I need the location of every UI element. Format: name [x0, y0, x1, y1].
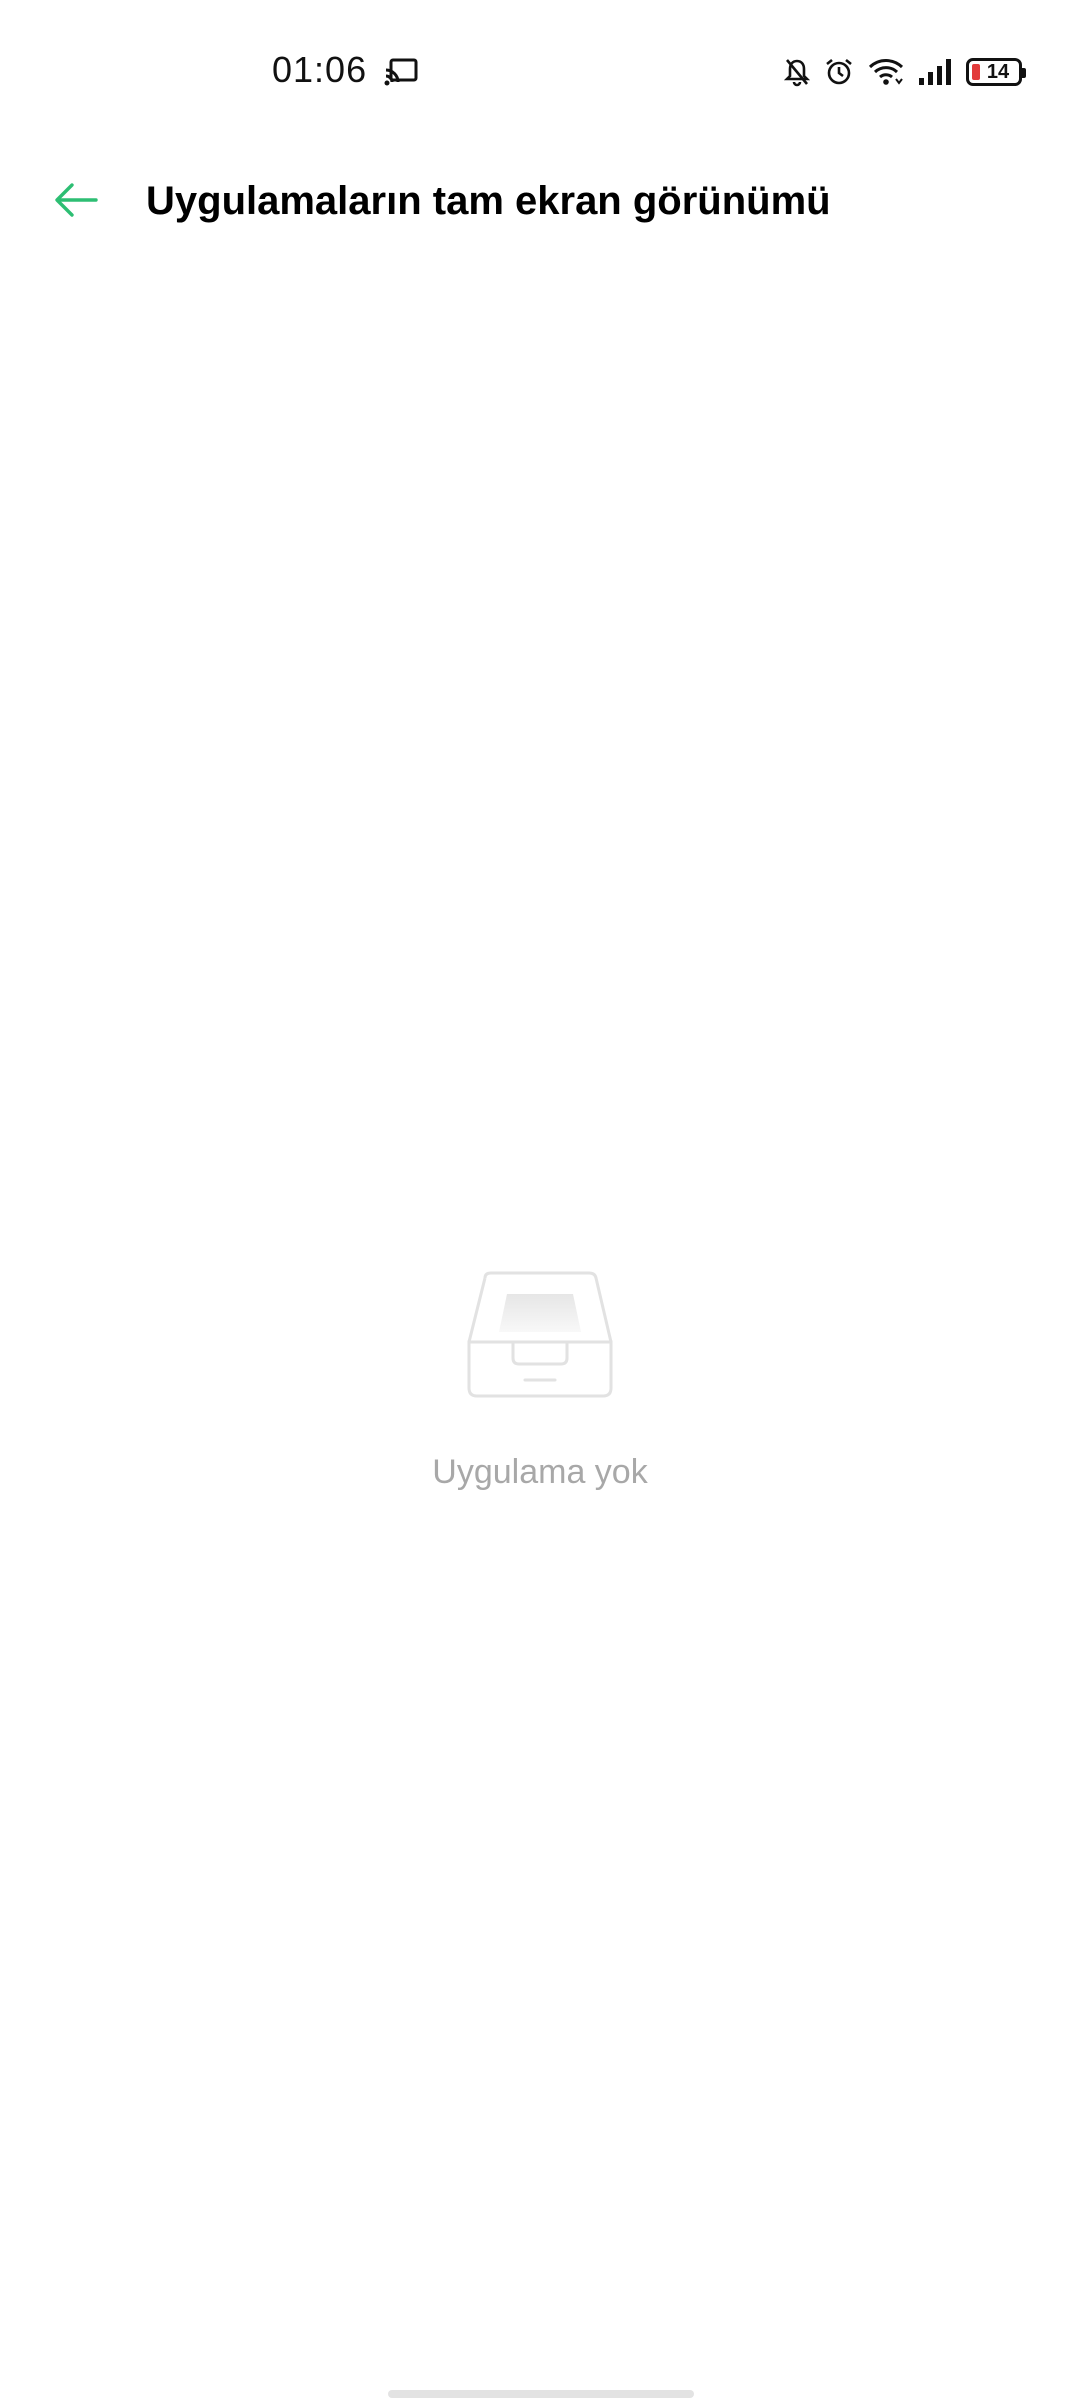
title-bar: Uygulamaların tam ekran görünümü: [0, 150, 1080, 250]
empty-state: Uygulama yok: [0, 1270, 1080, 1494]
status-time: 01:06: [272, 49, 368, 90]
home-indicator[interactable]: [388, 2390, 694, 2398]
empty-state-message: Uygulama yok: [432, 1453, 648, 1491]
wifi-icon: [868, 59, 904, 85]
bell-muted-icon: [784, 59, 810, 87]
battery-icon: 14: [966, 58, 1026, 86]
signal-icon: [919, 59, 951, 85]
alarm-icon: [826, 58, 852, 85]
page-title: Uygulamaların tam ekran görünümü: [146, 179, 831, 223]
status-bar: 01:06 14: [0, 0, 1080, 140]
empty-tray-icon: [467, 1271, 613, 1398]
status-icons: 14: [784, 52, 1026, 92]
battery-level: 14: [986, 61, 1010, 83]
cast-icon: [384, 58, 418, 86]
back-button[interactable]: [40, 170, 112, 230]
arrow-left-icon: [55, 183, 98, 217]
